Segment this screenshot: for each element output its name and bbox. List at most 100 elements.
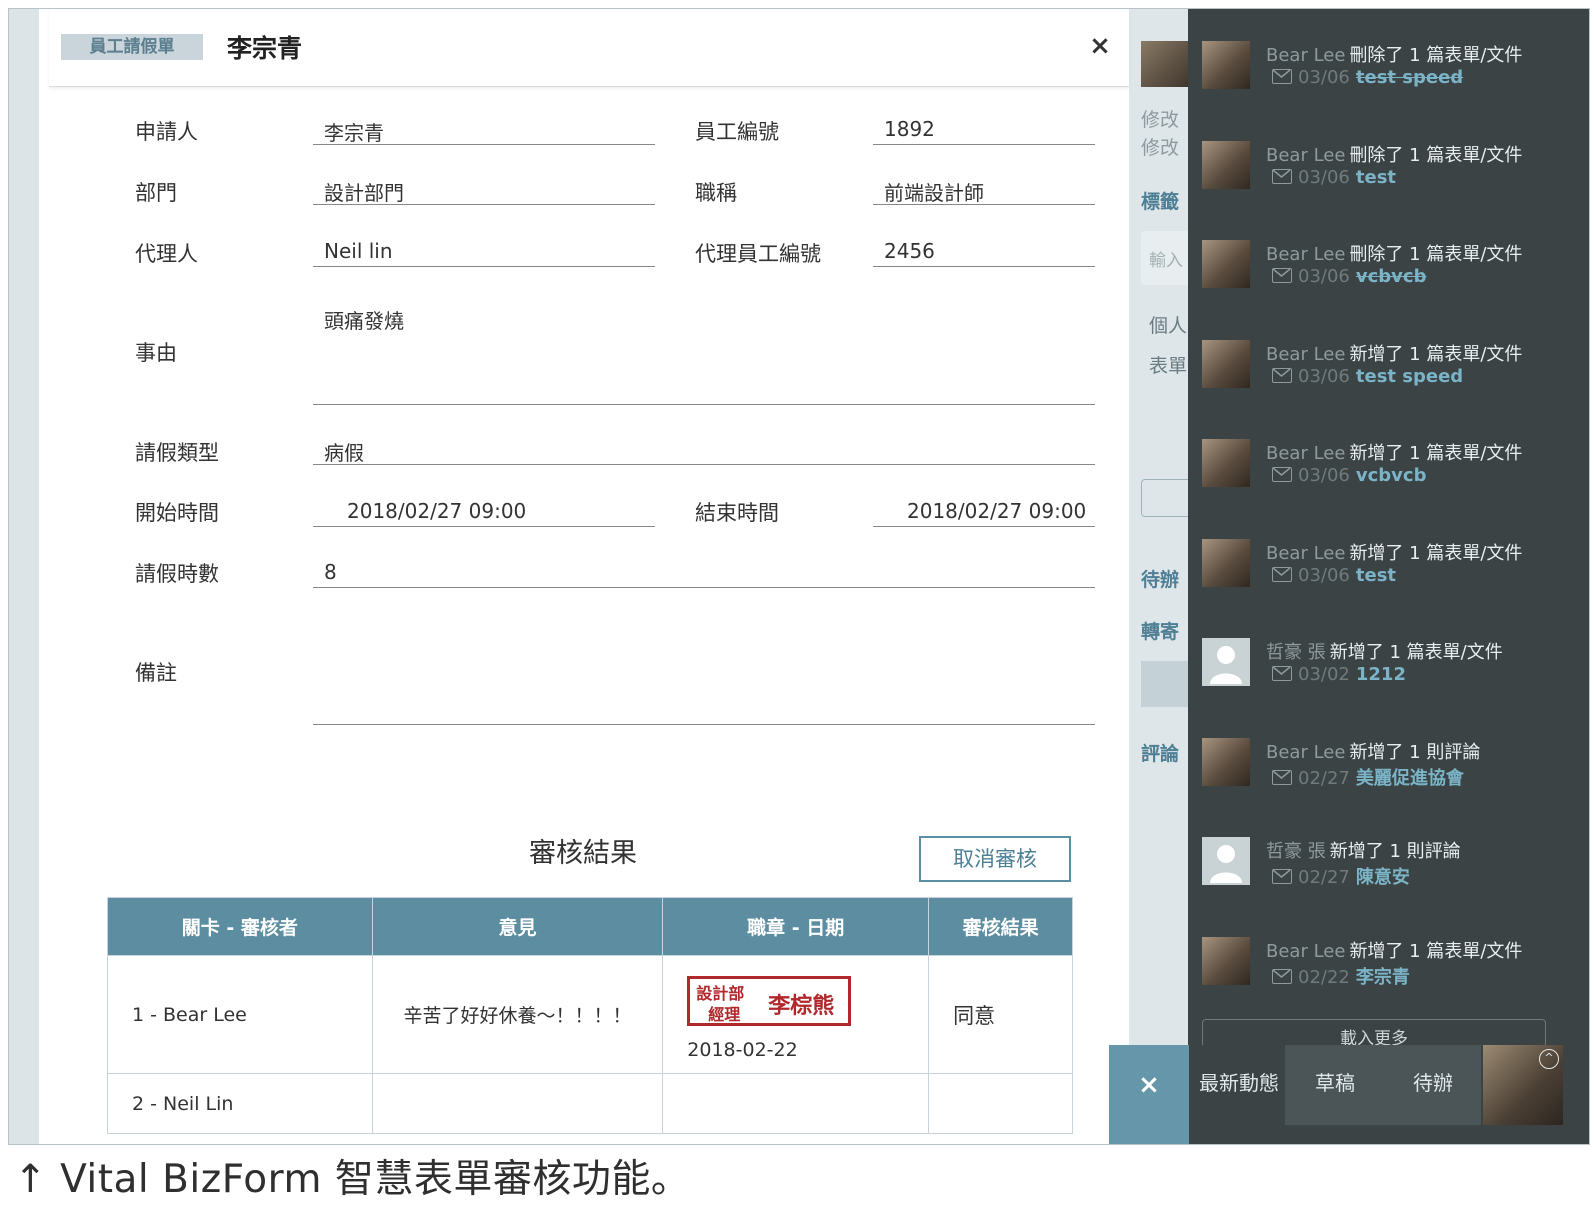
feed-date: 03/02 (1298, 664, 1350, 685)
strip-text-edit-2: 修改 (1141, 137, 1180, 159)
feed-meta: 03/06 test speed (1272, 67, 1463, 88)
feed-item[interactable]: Bear Lee 新增了 1 篇表單/文件 03/06 test (1202, 538, 1582, 599)
bear-avatar (1202, 538, 1250, 587)
strip-label-tags: 標籤 (1141, 191, 1180, 213)
job-title-field[interactable]: 前端設計師 (873, 177, 1095, 205)
feed-action-text: Bear Lee 新增了 1 篇表單/文件 (1266, 439, 1522, 465)
bear-avatar (1202, 140, 1250, 189)
app-frame: 修改 修改 標籤 輸入 個人 表單 待辦 轉寄 評論 員工請假單 李宗青 × 申… (8, 8, 1590, 1145)
feed-target-link[interactable]: 1212 (1356, 664, 1406, 685)
feed-date: 03/06 (1298, 465, 1350, 486)
feed-target-link[interactable]: 陳意安 (1356, 867, 1410, 888)
applicant-label: 申請人 (135, 120, 198, 144)
panel-close-button[interactable]: × (1109, 1045, 1189, 1144)
end-time-field[interactable]: 2018/02/27 09:00 (873, 499, 1095, 527)
feed-action-text: Bear Lee 新增了 1 篇表單/文件 (1266, 340, 1522, 366)
approval-stamp: 設計部 經理 李棕熊 (687, 976, 852, 1026)
bear-avatar (1202, 737, 1250, 786)
feed-action-text: Bear Lee 刪除了 1 篇表單/文件 (1266, 240, 1522, 266)
bear-avatar (1202, 936, 1250, 985)
start-time-field[interactable]: 2018/02/27 09:00 (313, 499, 655, 527)
feed-target-link[interactable]: 美麗促進協會 (1356, 768, 1464, 789)
mail-icon (1272, 367, 1292, 383)
feed-action: 新增了 1 篇表單/文件 (1329, 642, 1503, 663)
cancel-review-button[interactable]: 取消審核 (919, 836, 1071, 882)
feed-item[interactable]: Bear Lee 新增了 1 篇表單/文件 03/06 vcbvcb (1202, 439, 1582, 499)
bear-avatar (1202, 41, 1250, 89)
feed-item[interactable]: Bear Lee 新增了 1 則評論 02/27 美麗促進協會 (1202, 737, 1582, 798)
mail-icon (1272, 968, 1292, 984)
agent-no-field[interactable]: 2456 (873, 239, 1095, 267)
mail-icon (1272, 69, 1292, 84)
reason-label: 事由 (135, 341, 177, 365)
note-field[interactable] (313, 625, 1095, 725)
feed-meta: 03/06 test speed (1272, 366, 1463, 387)
feed-user-name: Bear Lee (1266, 940, 1346, 962)
tab-latest-activity[interactable]: 最新動態 (1193, 1045, 1285, 1125)
feed-action: 刪除了 1 篇表單/文件 (1349, 144, 1523, 166)
feed-date: 02/27 (1298, 767, 1350, 789)
result-cell: 同意 (928, 955, 1073, 1074)
feed-action-text: Bear Lee 新增了 1 篇表單/文件 (1266, 539, 1522, 565)
modal-header: 員工請假單 李宗青 × (49, 9, 1129, 87)
review-section-title: 審核結果 (529, 838, 637, 869)
feed-target-link[interactable]: test (1356, 167, 1396, 188)
leave-type-field[interactable]: 病假 (313, 437, 1095, 465)
end-time-label: 結束時間 (695, 501, 779, 525)
note-label: 備註 (135, 661, 177, 685)
strip-text-personal: 個人 (1149, 315, 1188, 337)
feed-meta: 02/27 美麗促進協會 (1272, 764, 1464, 790)
feed-target-link[interactable]: 李宗青 (1356, 967, 1410, 988)
feed-action: 新增了 1 篇表單/文件 (1349, 542, 1523, 564)
feed-user-name: Bear Lee (1266, 45, 1346, 66)
agent-field[interactable]: Neil lin (313, 239, 655, 267)
activity-feed-panel: Bear Lee 刪除了 1 篇表單/文件 03/06 test speed Bear … (1188, 9, 1589, 1049)
tab-todo[interactable]: 待辦 (1385, 1045, 1481, 1125)
mail-icon (1272, 666, 1292, 681)
feed-date: 02/22 (1298, 966, 1350, 988)
feed-item[interactable]: Bear Lee 刪除了 1 篇表單/文件 03/06 test speed (1202, 41, 1582, 101)
feed-action-text: Bear Lee 新增了 1 則評論 (1266, 738, 1480, 764)
figure-caption: ↑ Vital BizForm 智慧表單審核功能。 (14, 1157, 691, 1202)
strip-input-placeholder: 輸入 (1149, 251, 1183, 271)
feed-target-link[interactable]: test (1356, 565, 1396, 586)
close-button[interactable]: × (1085, 31, 1115, 61)
feed-target-link[interactable]: test speed (1356, 67, 1463, 88)
feed-date: 03/06 (1298, 266, 1350, 287)
review-table: 關卡 - 審核者 意見 職章 - 日期 審核結果 1 - Bear Lee 辛苦… (107, 897, 1073, 1134)
feed-action-text: Bear Lee 刪除了 1 篇表單/文件 (1266, 41, 1522, 67)
feed-item[interactable]: Bear Lee 新增了 1 篇表單/文件 03/06 test speed (1202, 339, 1582, 400)
bear-avatar (1202, 439, 1250, 487)
feed-user-name: Bear Lee (1266, 741, 1346, 763)
stamp-date-cell: 設計部 經理 李棕熊 2018-02-22 (662, 955, 930, 1074)
leave-hours-field[interactable]: 8 (313, 560, 1095, 588)
feed-action-text: 哲豪 張新增了 1 則評論 (1266, 837, 1461, 863)
feed-item[interactable]: Bear Lee 刪除了 1 篇表單/文件 03/06 vcbvcb (1202, 240, 1582, 300)
table-row: 2 - Neil Lin (107, 1073, 1073, 1134)
feed-item[interactable]: Bear Lee 新增了 1 篇表單/文件 02/22 李宗青 (1202, 936, 1582, 997)
department-field[interactable]: 設計部門 (313, 177, 655, 205)
chevron-up-icon[interactable]: ^ (1539, 1049, 1559, 1069)
feed-user-name: Bear Lee (1266, 144, 1346, 166)
employee-no-field[interactable]: 1892 (873, 117, 1095, 145)
feed-item[interactable]: 哲豪 張新增了 1 篇表單/文件 03/02 1212 (1202, 638, 1582, 698)
form-title: 李宗青 (227, 34, 303, 63)
leave-form-modal: 員工請假單 李宗青 × 申請人 李宗青 員工編號 1892 部門 設計部門 職稱… (39, 9, 1129, 1144)
strip-avatar (1141, 41, 1189, 87)
applicant-field[interactable]: 李宗青 (313, 117, 655, 145)
feed-item[interactable]: Bear Lee 刪除了 1 篇表單/文件 03/06 test (1202, 140, 1582, 201)
feed-target-link[interactable]: vcbvcb (1356, 465, 1427, 486)
feed-target-link[interactable]: vcbvcb (1356, 266, 1427, 287)
feed-action-text: 哲豪 張新增了 1 篇表單/文件 (1266, 638, 1503, 664)
mail-icon (1272, 268, 1292, 283)
tab-drafts[interactable]: 草稿 (1285, 1045, 1385, 1125)
job-title-label: 職稱 (695, 181, 737, 205)
feed-meta: 03/06 vcbvcb (1272, 465, 1426, 486)
start-time-label: 開始時間 (135, 501, 219, 525)
feed-item[interactable]: 哲豪 張新增了 1 則評論 02/27 陳意安 (1202, 837, 1582, 897)
reason-field[interactable]: 頭痛發燒 (313, 305, 1095, 405)
feed-action-text: Bear Lee 新增了 1 篇表單/文件 (1266, 937, 1522, 963)
mail-icon (1272, 869, 1292, 884)
feed-target-link[interactable]: test speed (1356, 366, 1463, 387)
feed-action: 新增了 1 則評論 (1329, 841, 1461, 862)
